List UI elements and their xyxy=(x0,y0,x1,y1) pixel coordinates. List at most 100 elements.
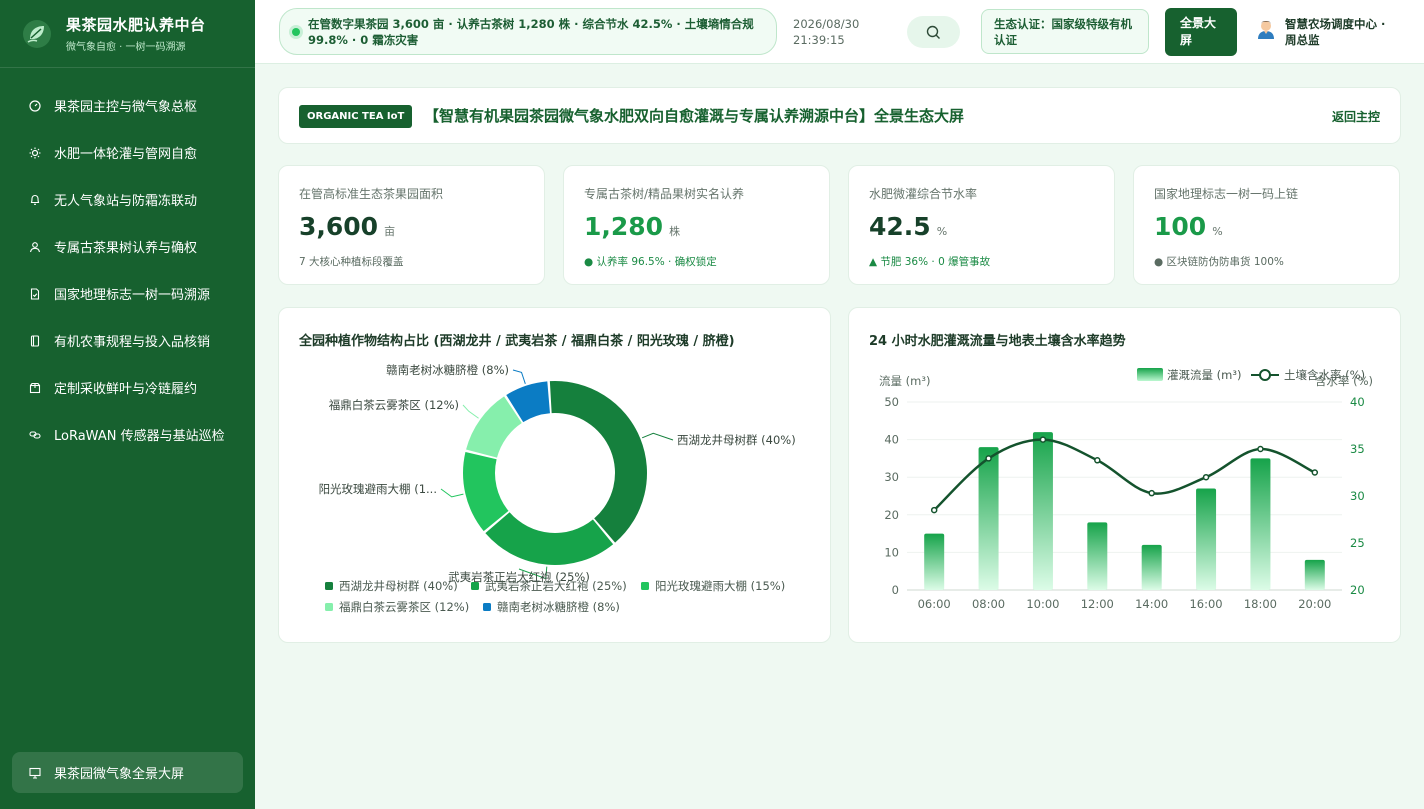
legend-item[interactable]: 赣南老树冰糖脐橙 (8%) xyxy=(497,600,620,614)
x-tick: 18:00 xyxy=(1244,597,1277,611)
kpi-number: 42.5 xyxy=(869,212,931,241)
brand[interactable]: 果茶园水肥认养中台 微气象自愈 · 一树一码溯源 xyxy=(0,0,255,68)
book-icon xyxy=(28,334,42,348)
moisture-point[interactable] xyxy=(1039,436,1047,443)
legend-swatch xyxy=(641,582,649,590)
monitor-icon xyxy=(28,766,42,780)
sidebar: 果茶园水肥认养中台 微气象自愈 · 一树一码溯源 果茶园主控与微气象总枢 水肥一… xyxy=(0,0,255,809)
flow-bar[interactable] xyxy=(924,533,945,590)
y-right-tick: 35 xyxy=(1350,442,1365,456)
flow-bar[interactable] xyxy=(1087,522,1108,590)
kpi-unit: 亩 xyxy=(384,225,396,238)
sidebar-item-label: 专属古茶果树认养与确权 xyxy=(54,241,198,256)
kpi-unit: % xyxy=(1212,225,1223,238)
kpi-note: ▲ 节肥 36% · 0 爆管事故 xyxy=(869,256,991,268)
package-icon xyxy=(28,381,42,395)
x-tick: 12:00 xyxy=(1081,597,1114,611)
kpi-card-blockchain: 国家地理标志一树一码上链 100% ● 区块链防伪防串货 100% xyxy=(1133,165,1400,285)
back-to-main-link[interactable]: 返回主控 xyxy=(1332,108,1380,125)
legend-item[interactable]: 土壤含水率 (%) xyxy=(1284,368,1365,382)
legend-item[interactable]: 西湖龙井母树群 (40%) xyxy=(339,579,458,593)
y-left-tick: 30 xyxy=(884,470,899,484)
moisture-point[interactable] xyxy=(1311,469,1319,476)
kpi-label: 专属古茶树/精品果树实名认养 xyxy=(584,187,745,201)
legend-swatch xyxy=(471,582,479,590)
kpi-note: ● 区块链防伪防串货 100% xyxy=(1154,256,1284,268)
sidebar-nav: 果茶园主控与微气象总枢 水肥一体轮灌与管网自愈 无人气象站与防霜冻联动 专属古茶… xyxy=(0,82,255,458)
kpi-value: 1,280 株 xyxy=(584,212,680,241)
flow-bar[interactable] xyxy=(1250,458,1271,590)
bell-icon xyxy=(28,193,42,207)
flow-bar[interactable] xyxy=(1304,559,1325,590)
moisture-point[interactable] xyxy=(985,455,992,462)
x-tick: 16:00 xyxy=(1189,597,1222,611)
legend-item[interactable]: 福鼎白茶云雾茶区 (12%) xyxy=(339,600,469,614)
y-left-tick: 40 xyxy=(884,433,899,447)
flow-bar[interactable] xyxy=(1032,432,1053,590)
moisture-point[interactable] xyxy=(930,506,938,514)
sidebar-item-traceability[interactable]: 国家地理标志一树一码溯源 xyxy=(0,270,255,317)
slice-label: 福鼎白茶云雾茶区 (12%) xyxy=(329,398,459,412)
top-header: 在管数字果茶园 3,600 亩 · 认养古茶树 1,280 株 · 综合节水 4… xyxy=(255,0,1424,64)
x-tick: 06:00 xyxy=(918,597,951,611)
link-icon xyxy=(28,428,42,442)
flow-bar[interactable] xyxy=(1196,488,1217,590)
y-right-tick: 25 xyxy=(1350,536,1365,550)
file-check-icon xyxy=(28,287,42,301)
sidebar-item-organic-rules[interactable]: 有机农事规程与投入品核销 xyxy=(0,317,255,364)
y-left-tick: 50 xyxy=(884,395,899,409)
sidebar-item-irrigation[interactable]: 水肥一体轮灌与管网自愈 xyxy=(0,129,255,176)
brand-subtitle: 微气象自愈 · 一树一码溯源 xyxy=(66,42,186,53)
sidebar-item-adoption[interactable]: 专属古茶果树认养与确权 xyxy=(0,223,255,270)
avatar-icon xyxy=(1258,21,1274,39)
legend-item[interactable]: 阳光玫瑰避雨大棚 (15%) xyxy=(655,579,785,593)
legend-swatch xyxy=(1137,368,1163,381)
sidebar-item-label: 水肥一体轮灌与管网自愈 xyxy=(54,147,198,162)
page-title: 【智慧有机果园茶园微气象水肥双向自愈灌溉与专属认养溯源中台】全景生态大屏 xyxy=(424,107,965,125)
y-left-tick: 10 xyxy=(884,545,899,559)
donut-slice[interactable] xyxy=(549,381,647,543)
slice-leader-line xyxy=(512,369,526,384)
y-right-tick: 40 xyxy=(1350,395,1365,409)
sidebar-item-fullscreen-dashboard[interactable]: 果茶园微气象全景大屏 xyxy=(12,752,243,793)
search-button[interactable] xyxy=(907,16,960,48)
legend-swatch xyxy=(483,603,491,611)
legend-item[interactable]: 武夷岩茶正岩大红袍 (25%) xyxy=(485,579,627,593)
slice-leader-line xyxy=(462,404,479,419)
slice-label: 西湖龙井母树群 (40%) xyxy=(677,433,796,447)
sidebar-item-label: 果茶园主控与微气象总枢 xyxy=(54,100,198,115)
kpi-card-adoption: 专属古茶树/精品果树实名认养 1,280 株 ● 认养率 96.5% · 确权锁定 xyxy=(563,165,830,285)
irrigation-trend-chart-card: 24 小时水肥灌溉流量与地表土壤含水率趋势 0 10 20 30 40 50 20 25 30 3… xyxy=(848,307,1401,643)
legend-swatch xyxy=(325,582,333,590)
sidebar-item-lorawan[interactable]: LoRaWAN 传感器与基站巡检 xyxy=(0,411,255,458)
legend-item[interactable]: 灌溉流量 (m³) xyxy=(1167,368,1241,382)
kpi-value: 100% xyxy=(1154,212,1223,241)
flow-bar[interactable] xyxy=(978,447,999,590)
flow-bar[interactable] xyxy=(1141,544,1162,590)
sidebar-item-dashboard[interactable]: 果茶园主控与微气象总枢 xyxy=(0,82,255,129)
sidebar-item-weather[interactable]: 无人气象站与防霜冻联动 xyxy=(0,176,255,223)
y-right-tick: 30 xyxy=(1350,489,1365,503)
kpi-number: 1,280 xyxy=(584,212,664,241)
moisture-point[interactable] xyxy=(1202,473,1210,481)
moisture-point[interactable] xyxy=(1094,457,1101,464)
donut-chart: 西湖龙井母树群 (40%) 武夷岩茶正岩大红袍 (25%) 阳光玫瑰避雨大棚 (1.… xyxy=(319,363,796,614)
slice-leader-line xyxy=(641,432,674,441)
datetime: 2026/08/30 21:39:15 xyxy=(793,16,859,48)
donut-slice[interactable] xyxy=(485,512,614,565)
kpi-number: 100 xyxy=(1154,212,1207,241)
x-tick: 14:00 xyxy=(1135,597,1168,611)
page-title-card: ORGANIC TEA IoT 【智慧有机果园茶园微气象水肥双向自愈灌溉与专属认… xyxy=(278,87,1401,144)
user-profile[interactable]: 智慧农场调度中心 · 周总监 xyxy=(1255,16,1395,48)
user-icon xyxy=(28,240,42,254)
legend-marker xyxy=(1259,369,1271,381)
combo-chart: 010203040502025303540流量 (m³) 含水率 (%)06:00… xyxy=(879,368,1373,611)
fullscreen-button[interactable]: 全景大屏 xyxy=(1165,8,1237,56)
sidebar-item-label: 定制采收鲜叶与冷链履约 xyxy=(54,382,198,397)
current-time: 21:39:15 xyxy=(793,33,845,47)
moisture-point[interactable] xyxy=(1148,489,1155,497)
y-right-tick: 20 xyxy=(1350,583,1365,597)
sidebar-item-harvest[interactable]: 定制采收鲜叶与冷链履约 xyxy=(0,364,255,411)
moisture-point[interactable] xyxy=(1257,445,1264,453)
certification-badge: 生态认证：国家级特级有机认证 xyxy=(981,9,1149,54)
